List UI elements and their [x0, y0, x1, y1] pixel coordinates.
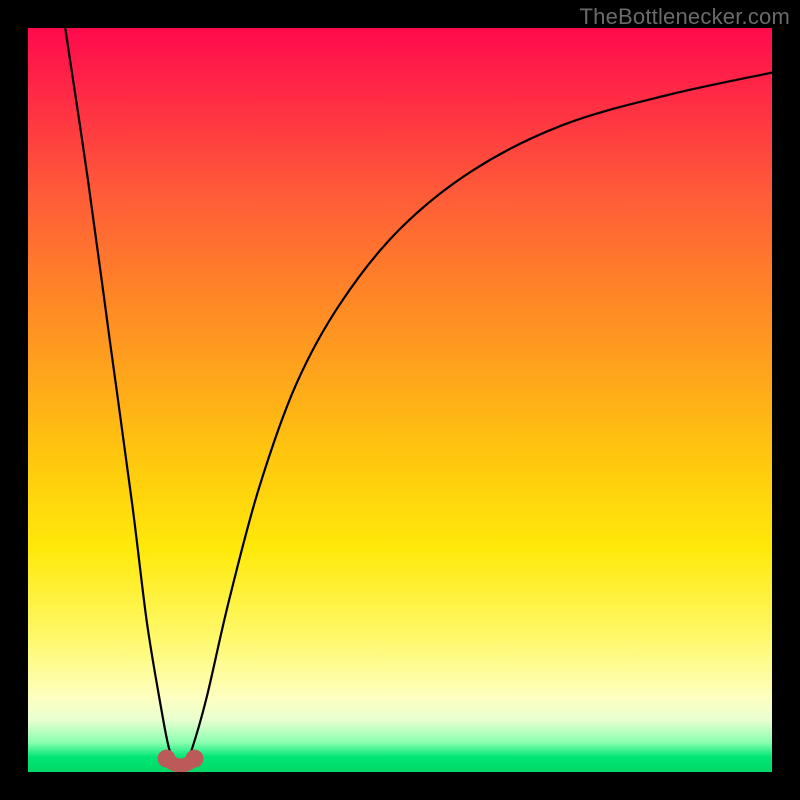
chart-frame: TheBottlenecker.com: [0, 0, 800, 800]
optimum-marker-bridge: [167, 759, 195, 766]
bottleneck-curve-path: [65, 28, 772, 766]
plot-area: [28, 28, 772, 772]
bottleneck-curve-svg: [28, 28, 772, 772]
attribution-text: TheBottlenecker.com: [580, 4, 790, 30]
